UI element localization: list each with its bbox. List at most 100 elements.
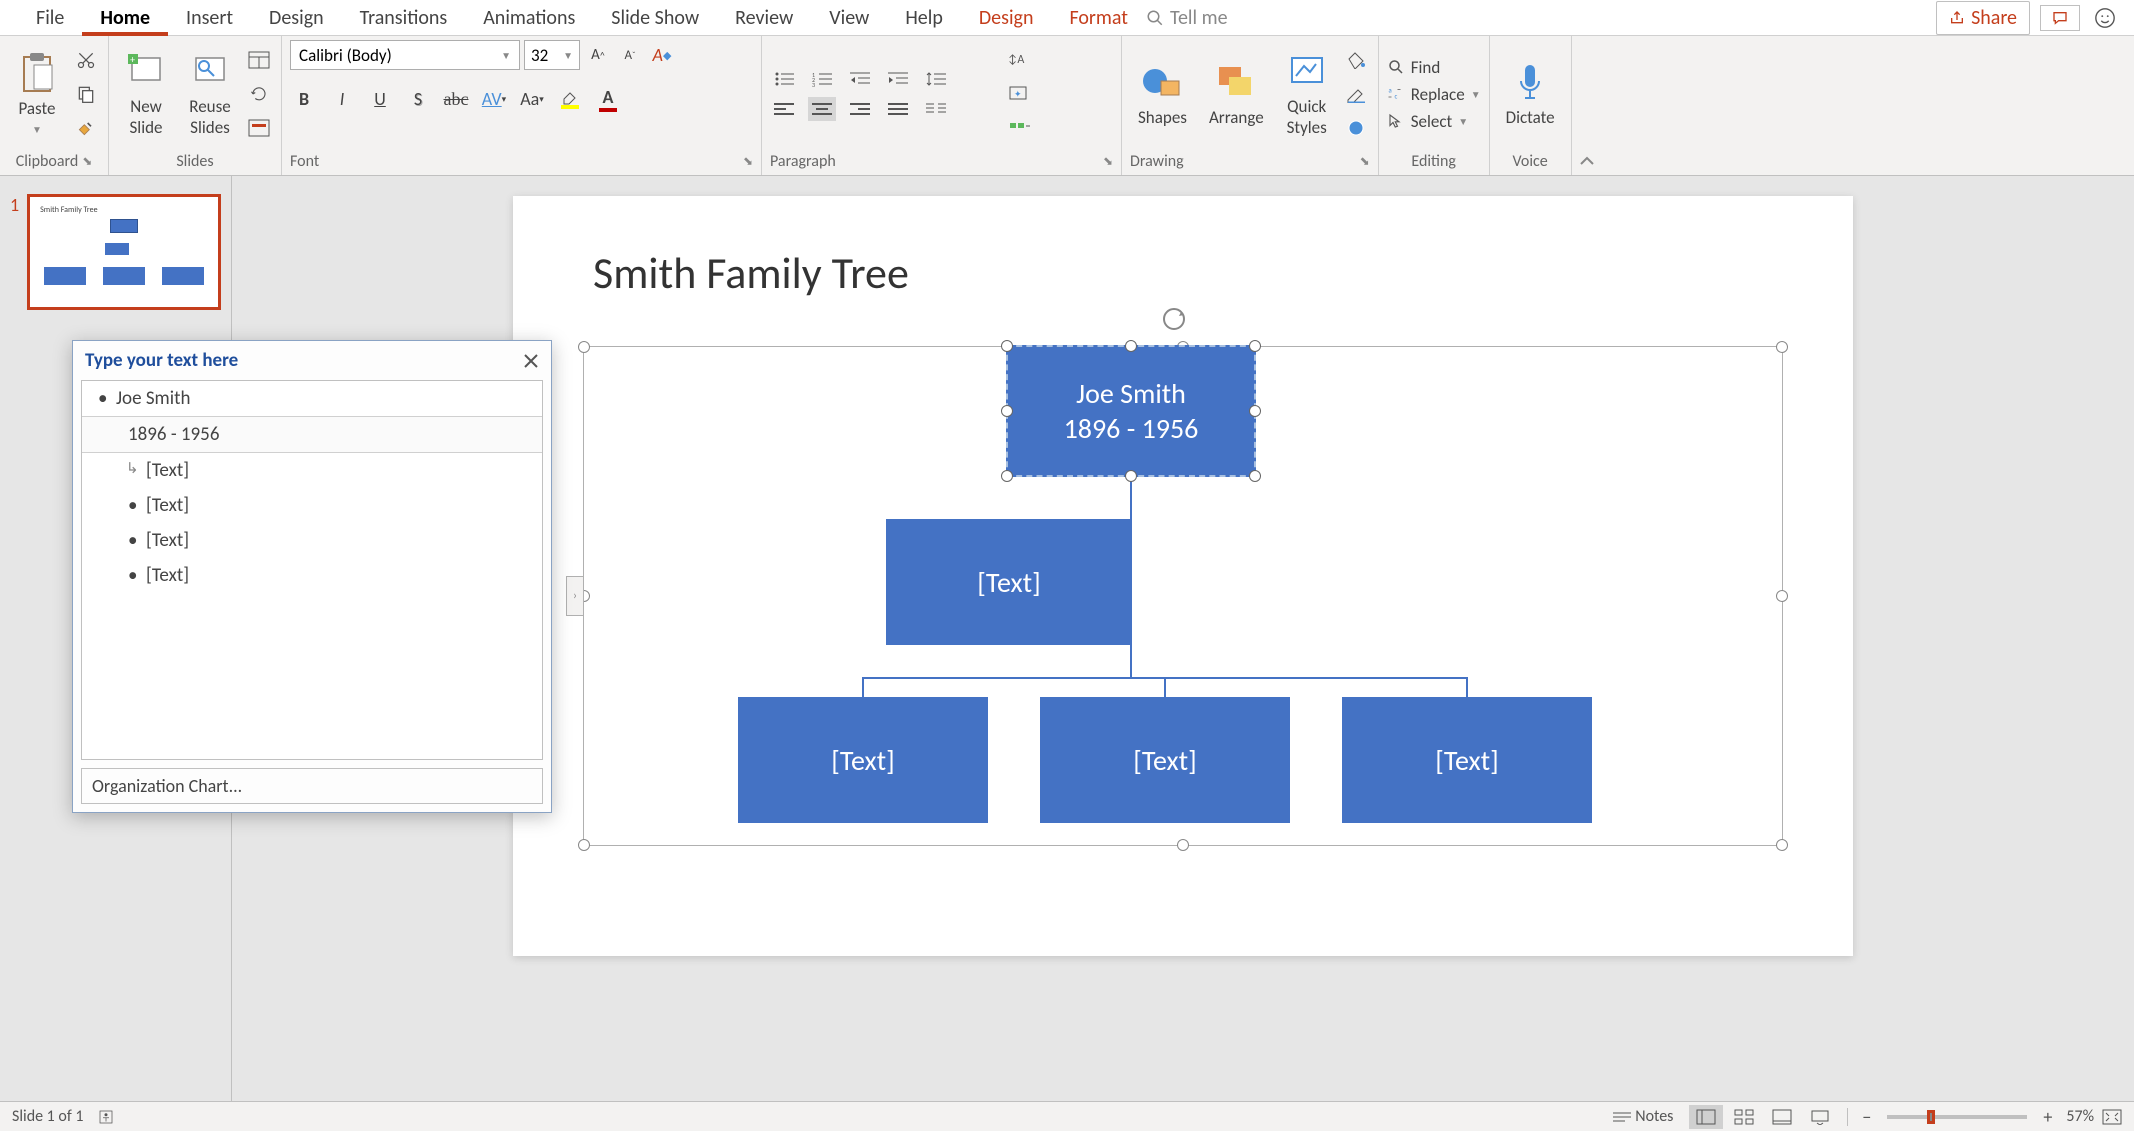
convert-smartart-button[interactable]	[1006, 114, 1034, 142]
section-button[interactable]	[245, 114, 273, 142]
bold-button[interactable]: B	[290, 86, 318, 112]
notes-button[interactable]: Notes	[1613, 1107, 1673, 1126]
zoom-out-button[interactable]: −	[1856, 1106, 1877, 1128]
reuse-slides-button[interactable]: Reuse Slides	[181, 46, 239, 142]
comments-button[interactable]	[2040, 5, 2080, 31]
fit-to-window-button[interactable]	[2102, 1109, 2122, 1125]
zoom-slider[interactable]	[1887, 1115, 2027, 1119]
text-shadow-button[interactable]: S	[404, 86, 432, 112]
shape-effects-button[interactable]	[1342, 114, 1370, 142]
text-pane-item[interactable]: [Text]	[82, 488, 542, 523]
arrange-button[interactable]: Arrange	[1201, 57, 1272, 132]
dialog-launcher-icon[interactable]: ⬊	[1103, 154, 1113, 169]
increase-indent-button[interactable]	[884, 67, 912, 91]
org-node-child-3[interactable]: [Text]	[1342, 697, 1592, 823]
tab-home[interactable]: Home	[82, 0, 168, 36]
slide-thumbnail-1[interactable]: Smith Family Tree	[27, 194, 221, 310]
collapse-ribbon-button[interactable]	[1572, 36, 1602, 175]
select-button[interactable]: Select▼	[1387, 111, 1481, 132]
new-slide-button[interactable]: + New Slide	[117, 46, 175, 142]
tab-transitions[interactable]: Transitions	[342, 0, 466, 36]
tab-smartart-format[interactable]: Format	[1051, 0, 1146, 36]
tab-insert[interactable]: Insert	[168, 0, 251, 36]
resize-handle[interactable]	[1249, 405, 1261, 417]
dictate-button[interactable]: Dictate	[1498, 57, 1563, 132]
find-button[interactable]: Find	[1387, 57, 1481, 78]
slideshow-view-button[interactable]	[1803, 1105, 1837, 1129]
text-pane-item[interactable]: [Text]	[82, 523, 542, 558]
quick-styles-button[interactable]: Quick Styles	[1278, 46, 1336, 142]
smartart-text-pane[interactable]: Type your text here Joe Smith 1896 - 195…	[72, 340, 552, 813]
text-pane-item[interactable]: [Text]	[82, 453, 542, 488]
text-pane-item[interactable]: [Text]	[82, 558, 542, 593]
dialog-launcher-icon[interactable]: ⬊	[82, 154, 92, 169]
resize-handle[interactable]	[1001, 405, 1013, 417]
normal-view-button[interactable]	[1689, 1105, 1723, 1129]
slide-title-text[interactable]: Smith Family Tree	[593, 246, 909, 300]
cut-button[interactable]	[72, 46, 100, 74]
tab-help[interactable]: Help	[887, 0, 961, 36]
text-pane-item[interactable]: Joe Smith	[82, 381, 542, 416]
dialog-launcher-icon[interactable]: ⬊	[1360, 154, 1370, 169]
org-node-assistant[interactable]: [Text]	[886, 519, 1132, 645]
numbering-button[interactable]: 123	[808, 67, 836, 91]
align-center-button[interactable]	[808, 97, 836, 121]
font-color-button[interactable]: A	[594, 86, 622, 112]
org-node-root[interactable]: Joe Smith 1896 - 1956	[1006, 345, 1256, 477]
accessibility-button[interactable]	[97, 1108, 115, 1126]
text-pane-list[interactable]: Joe Smith 1896 - 1956 [Text] [Text] [Tex…	[81, 380, 543, 760]
replace-button[interactable]: acReplace▼	[1387, 84, 1481, 105]
justify-button[interactable]	[884, 97, 912, 121]
resize-handle[interactable]	[1177, 839, 1189, 851]
tab-animations[interactable]: Animations	[465, 0, 593, 36]
slide-canvas[interactable]: Smith Family Tree ›	[513, 196, 1853, 956]
zoom-in-button[interactable]: +	[2037, 1106, 2058, 1128]
align-right-button[interactable]	[846, 97, 874, 121]
resize-handle[interactable]	[1776, 341, 1788, 353]
highlight-button[interactable]	[556, 86, 584, 112]
feedback-button[interactable]	[2094, 7, 2116, 29]
paste-button[interactable]: Paste ▼	[8, 48, 66, 140]
shapes-button[interactable]: Shapes	[1130, 57, 1195, 132]
resize-handle[interactable]	[1249, 470, 1261, 482]
copy-button[interactable]	[72, 80, 100, 108]
format-painter-button[interactable]	[72, 114, 100, 142]
tab-view[interactable]: View	[811, 0, 887, 36]
shape-outline-button[interactable]	[1342, 80, 1370, 108]
text-pane-toggle[interactable]: ›	[566, 576, 584, 616]
font-size-combo[interactable]: 32▼	[524, 40, 580, 70]
slider-thumb[interactable]	[1927, 1110, 1935, 1124]
resize-handle[interactable]	[1776, 839, 1788, 851]
rotate-handle[interactable]	[1159, 304, 1189, 334]
tab-file[interactable]: File	[18, 0, 82, 36]
strikethrough-button[interactable]: abc	[442, 86, 470, 112]
text-direction-button[interactable]: ↕A	[1006, 46, 1034, 74]
line-spacing-button[interactable]	[922, 67, 950, 91]
zoom-level[interactable]: 57%	[2066, 1107, 2094, 1126]
align-left-button[interactable]	[770, 97, 798, 121]
columns-button[interactable]	[922, 97, 950, 121]
resize-handle[interactable]	[1001, 470, 1013, 482]
char-spacing-button[interactable]: AV▾	[480, 86, 508, 112]
close-button[interactable]	[523, 353, 539, 369]
decrease-indent-button[interactable]	[846, 67, 874, 91]
underline-button[interactable]: U	[366, 86, 394, 112]
resize-handle[interactable]	[1776, 590, 1788, 602]
resize-handle[interactable]	[1125, 340, 1137, 352]
resize-handle[interactable]	[1001, 340, 1013, 352]
reading-view-button[interactable]	[1765, 1105, 1799, 1129]
org-node-child-1[interactable]: [Text]	[738, 697, 988, 823]
org-node-child-2[interactable]: [Text]	[1040, 697, 1290, 823]
layout-button[interactable]	[245, 46, 273, 74]
tab-review[interactable]: Review	[717, 0, 811, 36]
slide-sorter-view-button[interactable]	[1727, 1105, 1761, 1129]
shape-fill-button[interactable]	[1342, 46, 1370, 74]
resize-handle[interactable]	[1249, 340, 1261, 352]
resize-handle[interactable]	[578, 341, 590, 353]
tab-smartart-design[interactable]: Design	[961, 0, 1052, 36]
text-pane-item-editing[interactable]: 1896 - 1956	[82, 416, 542, 453]
clear-formatting-button[interactable]: A◆	[648, 42, 676, 68]
font-name-combo[interactable]: Calibri (Body)▼	[290, 40, 520, 70]
share-button[interactable]: Share	[1936, 1, 2030, 35]
resize-handle[interactable]	[1125, 470, 1137, 482]
